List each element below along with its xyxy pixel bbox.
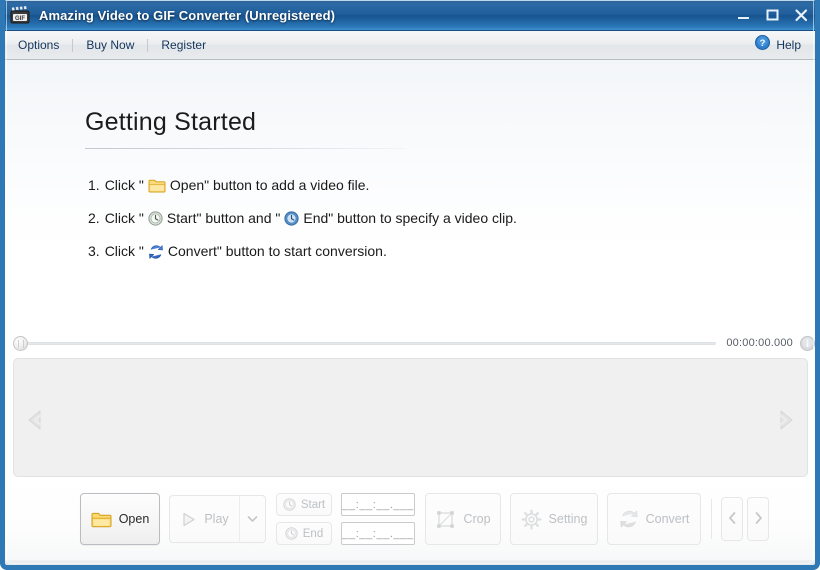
chevron-right-icon bbox=[753, 511, 764, 528]
menu-item-register[interactable]: Register bbox=[148, 34, 219, 56]
preview-panel bbox=[13, 358, 808, 477]
play-button-label: Play bbox=[204, 512, 228, 526]
close-button[interactable] bbox=[793, 7, 810, 23]
folder-open-icon bbox=[148, 178, 166, 193]
window-title: Amazing Video to GIF Converter (Unregist… bbox=[39, 8, 335, 23]
menu-item-options[interactable]: Options bbox=[5, 34, 72, 56]
clock-end-icon bbox=[284, 211, 299, 226]
end-time-input[interactable]: __:__:__.___ bbox=[341, 522, 415, 545]
window-controls bbox=[735, 7, 810, 23]
crop-button-label: Crop bbox=[463, 512, 490, 526]
clock-start-icon bbox=[148, 211, 163, 226]
start-time-input[interactable]: __:__:__.___ bbox=[341, 493, 415, 516]
start-row: Start __:__:__.___ bbox=[276, 493, 415, 516]
step-2-mid: Start" button and " bbox=[167, 211, 280, 225]
bottom-toolbar: Open Play bbox=[80, 488, 773, 550]
chevron-down-icon bbox=[247, 512, 258, 526]
next-page-button[interactable] bbox=[747, 497, 769, 541]
step-2: 2. Click " Start" button and " bbox=[88, 201, 517, 234]
play-button-group: Play bbox=[169, 495, 266, 543]
timeline-thumb[interactable] bbox=[13, 336, 28, 351]
play-triangle-icon bbox=[180, 511, 197, 528]
timeline-bar: 00:00:00.000 bbox=[5, 330, 815, 356]
clip-range-controls: Start __:__:__.___ End bbox=[276, 493, 415, 545]
crop-button[interactable]: Crop bbox=[425, 493, 501, 545]
heading-divider bbox=[85, 148, 405, 149]
toolbar-divider bbox=[711, 499, 712, 539]
step-3-suffix: Convert" button to start conversion. bbox=[168, 244, 387, 258]
step-1-number: 1. bbox=[88, 178, 100, 192]
timeline-track[interactable] bbox=[22, 342, 716, 345]
play-dropdown-button[interactable] bbox=[239, 495, 266, 543]
svg-text:?: ? bbox=[760, 38, 766, 49]
clock-end-icon bbox=[285, 527, 298, 540]
step-1: 1. Click " Open" button to add a video f… bbox=[88, 168, 517, 201]
menu-bar: Options Buy Now Register ? Help bbox=[5, 31, 815, 60]
start-button-label: Start bbox=[301, 499, 325, 511]
step-2-suffix: End" button to specify a video clip. bbox=[303, 211, 517, 225]
step-1-suffix: Open" button to add a video file. bbox=[170, 178, 370, 192]
step-3-number: 3. bbox=[88, 244, 100, 258]
convert-button[interactable]: Convert bbox=[607, 493, 701, 545]
title-bar: GIF Amazing Video to GIF Converter (Unre… bbox=[0, 0, 820, 31]
open-button-label: Open bbox=[119, 512, 150, 526]
setting-button-label: Setting bbox=[549, 512, 588, 526]
crop-frame-icon bbox=[435, 509, 456, 530]
setting-button[interactable]: Setting bbox=[510, 493, 598, 545]
step-2-number: 2. bbox=[88, 211, 100, 225]
end-button-label: End bbox=[303, 528, 323, 540]
menu-item-buy-now[interactable]: Buy Now bbox=[73, 34, 147, 56]
maximize-button[interactable] bbox=[764, 7, 781, 23]
info-circle-icon[interactable] bbox=[800, 336, 815, 351]
convert-arrows-icon bbox=[148, 244, 164, 260]
current-time-label: 00:00:00.000 bbox=[726, 337, 793, 349]
step-3-prefix: Click " bbox=[105, 244, 144, 258]
step-1-prefix: Click " bbox=[105, 178, 144, 192]
timeline-slider[interactable] bbox=[13, 333, 716, 353]
step-3: 3. Click " Convert" button to start conv… bbox=[88, 234, 517, 267]
application-window: GIF Amazing Video to GIF Converter (Unre… bbox=[0, 0, 820, 570]
getting-started-panel: Getting Started 1. Click " Open" button … bbox=[5, 60, 815, 330]
open-button[interactable]: Open bbox=[80, 493, 160, 545]
minimize-button[interactable] bbox=[735, 7, 752, 23]
gear-icon bbox=[521, 509, 542, 530]
end-row: End __:__:__.___ bbox=[276, 522, 415, 545]
convert-arrows-icon bbox=[619, 509, 639, 529]
gif-clapperboard-icon: GIF bbox=[10, 6, 30, 24]
clock-start-icon bbox=[283, 498, 296, 511]
help-button[interactable]: ? Help bbox=[755, 35, 801, 55]
prev-frame-arrow-icon[interactable] bbox=[23, 407, 49, 433]
svg-text:GIF: GIF bbox=[15, 16, 25, 22]
folder-open-icon bbox=[91, 511, 112, 528]
chevron-left-icon bbox=[727, 511, 738, 528]
page-title: Getting Started bbox=[85, 108, 256, 137]
next-frame-arrow-icon[interactable] bbox=[772, 407, 798, 433]
bottom-toolbar-band: Open Play bbox=[5, 480, 815, 560]
step-2-prefix: Click " bbox=[105, 211, 144, 225]
help-label: Help bbox=[776, 38, 801, 52]
steps-list: 1. Click " Open" button to add a video f… bbox=[88, 168, 517, 267]
prev-page-button[interactable] bbox=[721, 497, 743, 541]
end-button[interactable]: End bbox=[276, 522, 332, 545]
help-question-icon: ? bbox=[755, 35, 770, 55]
start-button[interactable]: Start bbox=[276, 493, 332, 516]
play-button[interactable]: Play bbox=[169, 495, 239, 543]
convert-button-label: Convert bbox=[646, 512, 690, 526]
status-bar bbox=[5, 560, 815, 565]
